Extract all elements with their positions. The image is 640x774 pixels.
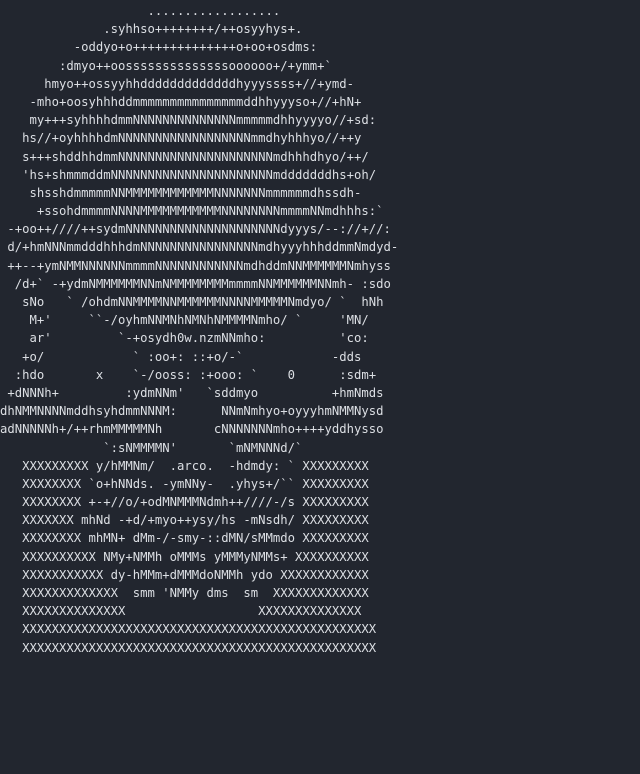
ascii-art-line: XXXXXXXXXXXXXXXXXXXXXXXXXXXXXXXXXXXXXXXX… (0, 640, 377, 655)
ascii-art-line: dhNMMNNNNmddhsyhdmmNNNM: NNmNmhyo+oyyyhm… (0, 404, 384, 419)
ascii-art-line: XXXXXXXX mhMN+ dMm-/-smy-::dMN/sMMmdo XX… (0, 531, 369, 546)
ascii-art-line: 'hs+shmmmddmNNNNNNNNNNNNNNNNNNNNNNmddddd… (0, 167, 377, 182)
ascii-art-line: XXXXXXXX `o+hNNds. -ymNNy- .yhys+/`` XXX… (0, 476, 369, 491)
ascii-art-line: XXXXXXXXXX NMy+NMMh oMMMs yMMMyNMMs+ XXX… (0, 549, 369, 564)
ascii-art-line: :hdo x `-/ooss: :+ooo: ` 0 :sdm+ (0, 367, 377, 382)
ascii-art-line: hs//+oyhhhhdmNNNNNNNNNNNNNNNNNNmmdhyhhhy… (0, 131, 362, 146)
ascii-art-line: M+' ``-/oyhmNNMNhNMNhNMMMMNmho/ ` 'MN/ (0, 313, 369, 328)
ascii-art-line: +o/ ` :oo+: ::+o/-` -dds (0, 349, 362, 364)
ascii-art-line: XXXXXXXXXXXXXXXXXXXXXXXXXXXXXXXXXXXXXXXX… (0, 622, 377, 637)
ascii-art-line: -+oo++////++sydmNNNNNNNNNNNNNNNNNNNNNdyy… (0, 222, 391, 237)
ascii-art-line: XXXXXXXX +-+//o/+odMNMMMNdmh++////-/s XX… (0, 495, 369, 510)
ascii-art-line: sNo ` /ohdmNNMMMMNNMMMMMMNNNNMMMMMNmdyo/… (0, 295, 384, 309)
ascii-art-line: adNNNNNh+/++rhmMMMMMNh cNNNNNNNmho++++yd… (0, 422, 384, 437)
ascii-art-line: shsshdmmmmmNNMMMMMMMMMMMMNNNNNNNmmmmmmdh… (0, 185, 362, 200)
ascii-art-line: s+++shddhhdmmNNNNNNNNNNNNNNNNNNNNNmdhhhd… (0, 149, 369, 164)
ascii-art-line: d/+hmNNNmmdddhhhdmNNNNNNNNNNNNNNNNmdhyyy… (0, 240, 399, 255)
ascii-art-line: ++--+ymNMMNNNNNNmmmmNNNNNNNNNNNNmdhddmNN… (0, 258, 391, 273)
ascii-art-line: ar' `-+osydh0w.nzmNNmho: 'co: (0, 331, 369, 346)
ascii-art-line: XXXXXXXXXXX dy-hMMm+dMMMdoNMMh ydo XXXXX… (0, 567, 369, 582)
ascii-art-line: -mho+oosyhhhddmmmmmmmmmmmmmmmddhhyyyso+/… (0, 94, 362, 109)
ascii-art-line: +dNNNh+ :ydmNNm' `sddmyo +hmNmds (0, 385, 384, 400)
ascii-art-line: my+++syhhhhdmmNNNNNNNNNNNNNNmmmmmdhhyyyy… (0, 113, 377, 128)
ascii-art-line: :dmyo++oossssssssssssssoooooo+/+ymm+` (0, 58, 332, 73)
ascii-art-line: .syhhso++++++++/++osyyhys+. (0, 22, 303, 37)
ascii-art-line: XXXXXXXXXXXXXX XXXXXXXXXXXXXX (0, 604, 362, 619)
ascii-art-line: +ssohdmmmmNNNNMMMMMMMMMMMNNNNNNNNmmmmNNm… (0, 204, 384, 219)
ascii-art-line: /d+` -+ydmNMMMMMMNNmNMMMMMMMMmmmmNNMMMMM… (0, 276, 391, 291)
ascii-art-line: .................. (0, 4, 281, 18)
ascii-art-line: hmyo++ossyyhhdddddddddddddhyyyssss+//+ym… (0, 76, 355, 91)
ascii-art-line: XXXXXXX mhNd -+d/+myo++ysy/hs -mNsdh/ XX… (0, 513, 369, 528)
ascii-art-line: `:sNMMMMN' `mNMNNNd/` (0, 440, 303, 455)
ascii-art-block: .................. .syhhso++++++++/++osy… (0, 2, 640, 657)
ascii-art-line: -oddyo+o++++++++++++++o+oo+osdms: (0, 40, 318, 55)
ascii-art-line: XXXXXXXXXXXXX smm 'NMMy dms sm XXXXXXXXX… (0, 586, 369, 600)
ascii-art-line: XXXXXXXXX y/hMMNm/ .arco. -hdmdy: ` XXXX… (0, 458, 369, 473)
terminal-window[interactable]: .................. .syhhso++++++++/++osy… (0, 0, 640, 774)
